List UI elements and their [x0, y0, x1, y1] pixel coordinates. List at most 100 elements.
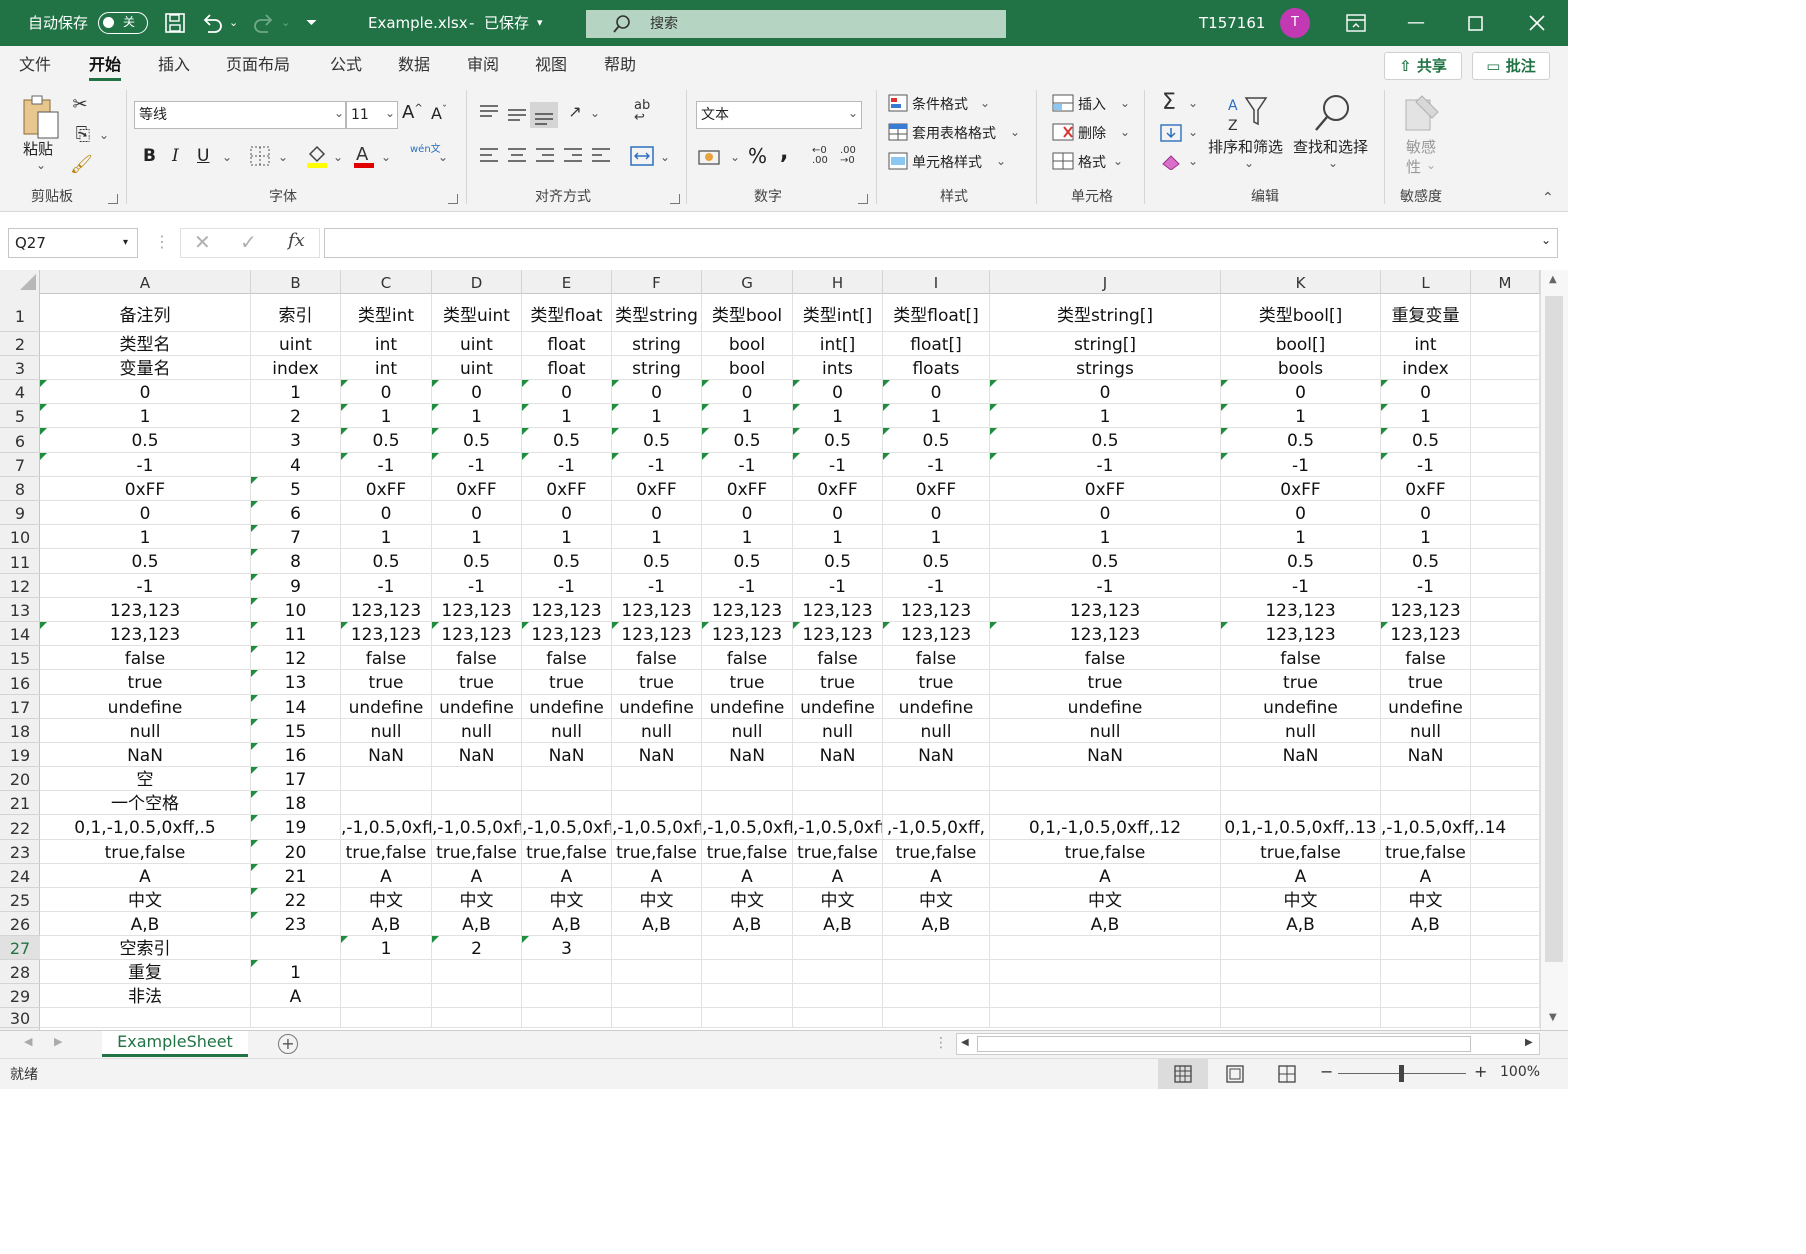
cell-m26[interactable] [1471, 912, 1540, 936]
cell-g20[interactable] [702, 767, 793, 791]
cell-e8[interactable]: 0xFF [522, 477, 612, 501]
cell-i18[interactable]: null [883, 719, 990, 743]
cell-m9[interactable] [1471, 501, 1540, 525]
cell-i23[interactable]: true,false [883, 840, 990, 864]
cell-i30[interactable] [883, 1008, 990, 1028]
cell-l3[interactable]: index [1381, 356, 1471, 380]
grow-font-icon[interactable]: A^ [402, 102, 423, 123]
cell-j28[interactable] [990, 960, 1221, 984]
cell-a4[interactable]: 0 [40, 380, 251, 404]
horizontal-scrollbar[interactable]: ◀ ▶ [956, 1033, 1540, 1055]
cell-f13[interactable]: 123,123 [612, 598, 702, 622]
prev-sheet-icon[interactable]: ◀ [24, 1035, 32, 1048]
cell-h7[interactable]: -1 [793, 453, 883, 477]
row-header-23[interactable]: 23 [0, 840, 40, 864]
conditional-format-icon[interactable] [888, 94, 908, 112]
cell-f9[interactable]: 0 [612, 501, 702, 525]
insert-cells-icon[interactable] [1052, 94, 1074, 112]
phonetic-guide-icon[interactable]: wén文 [410, 144, 441, 156]
cell-k12[interactable]: -1 [1221, 574, 1381, 598]
cell-m29[interactable] [1471, 984, 1540, 1008]
cell-b27[interactable] [251, 936, 341, 960]
cell-a21[interactable]: 一个空格 [40, 791, 251, 815]
cell-l25[interactable]: 中文 [1381, 888, 1471, 912]
cell-i5[interactable]: 1 [883, 404, 990, 428]
borders-dropdown-icon[interactable]: ⌄ [278, 150, 288, 164]
cell-e27[interactable]: 3 [522, 936, 612, 960]
cell-g13[interactable]: 123,123 [702, 598, 793, 622]
bold-button[interactable]: B [143, 146, 156, 166]
cell-i27[interactable] [883, 936, 990, 960]
row-header-28[interactable]: 28 [0, 960, 40, 984]
cell-styles-button[interactable]: 单元格样式 [912, 152, 982, 172]
cell-l21[interactable] [1381, 791, 1471, 815]
cell-g2[interactable]: bool [702, 332, 793, 356]
cell-e25[interactable]: 中文 [522, 888, 612, 912]
normal-view-button[interactable] [1158, 1059, 1208, 1089]
cell-l20[interactable] [1381, 767, 1471, 791]
cell-d19[interactable]: NaN [432, 743, 522, 767]
row-header-16[interactable]: 16 [0, 670, 40, 695]
row-header-26[interactable]: 26 [0, 912, 40, 936]
cell-a8[interactable]: 0xFF [40, 477, 251, 501]
copy-dropdown-icon[interactable]: ⌄ [99, 128, 109, 142]
cell-f11[interactable]: 0.5 [612, 549, 702, 574]
row-header-13[interactable]: 13 [0, 598, 40, 622]
cell-j6[interactable]: 0.5 [990, 428, 1221, 453]
row-header-11[interactable]: 11 [0, 549, 40, 574]
cell-h23[interactable]: true,false [793, 840, 883, 864]
cell-b17[interactable]: 14 [251, 695, 341, 719]
cell-a27[interactable]: 空索引 [40, 936, 251, 960]
zoom-out-button[interactable]: − [1320, 1062, 1333, 1081]
row-header-30[interactable]: 30 [0, 1008, 40, 1028]
cell-f1[interactable]: 类型string [612, 294, 702, 332]
accounting-format-icon[interactable] [698, 146, 724, 168]
font-color-icon[interactable]: A [352, 142, 376, 170]
cell-k13[interactable]: 123,123 [1221, 598, 1381, 622]
cell-c29[interactable] [341, 984, 432, 1008]
row-header-10[interactable]: 10 [0, 525, 40, 549]
cell-l29[interactable] [1381, 984, 1471, 1008]
cell-m15[interactable] [1471, 646, 1540, 670]
cell-m6[interactable] [1471, 428, 1540, 453]
column-header-m[interactable]: M [1471, 270, 1540, 294]
cell-i4[interactable]: 0 [883, 380, 990, 404]
cell-d30[interactable] [432, 1008, 522, 1028]
autosave-toggle[interactable]: 关 [98, 12, 148, 34]
cell-g4[interactable]: 0 [702, 380, 793, 404]
cell-e26[interactable]: A,B [522, 912, 612, 936]
column-header-l[interactable]: L [1381, 270, 1471, 294]
merge-dropdown-icon[interactable]: ⌄ [660, 150, 670, 164]
close-icon[interactable] [1528, 14, 1546, 32]
row-header-21[interactable]: 21 [0, 791, 40, 815]
delete-cells-icon[interactable] [1052, 123, 1074, 141]
cell-c7[interactable]: -1 [341, 453, 432, 477]
cell-a17[interactable]: undefine [40, 695, 251, 719]
row-header-6[interactable]: 6 [0, 428, 40, 453]
zoom-in-button[interactable]: + [1474, 1062, 1487, 1081]
sort-filter-label[interactable]: 排序和筛选 [1208, 136, 1283, 157]
cell-m3[interactable] [1471, 356, 1540, 380]
cell-c15[interactable]: false [341, 646, 432, 670]
cell-a22[interactable]: 0,1,-1,0.5,0xff,.5 [40, 815, 251, 840]
cell-l18[interactable]: null [1381, 719, 1471, 743]
cell-k2[interactable]: bool[] [1221, 332, 1381, 356]
cell-b12[interactable]: 9 [251, 574, 341, 598]
cell-h10[interactable]: 1 [793, 525, 883, 549]
cell-d1[interactable]: 类型uint [432, 294, 522, 332]
customize-toolbar-icon[interactable]: ⏷ [306, 0, 317, 46]
cell-b29[interactable]: A [251, 984, 341, 1008]
cell-k7[interactable]: -1 [1221, 453, 1381, 477]
row-header-1[interactable]: 1 [0, 294, 40, 332]
cell-c27[interactable]: 1 [341, 936, 432, 960]
cell-h13[interactable]: 123,123 [793, 598, 883, 622]
paste-dropdown-icon[interactable]: ⌄ [36, 158, 46, 172]
cell-h25[interactable]: 中文 [793, 888, 883, 912]
cell-h4[interactable]: 0 [793, 380, 883, 404]
cell-a14[interactable]: 123,123 [40, 622, 251, 646]
cell-d21[interactable] [432, 791, 522, 815]
cell-c9[interactable]: 0 [341, 501, 432, 525]
cell-b3[interactable]: index [251, 356, 341, 380]
cell-e6[interactable]: 0.5 [522, 428, 612, 453]
row-header-9[interactable]: 9 [0, 501, 40, 525]
